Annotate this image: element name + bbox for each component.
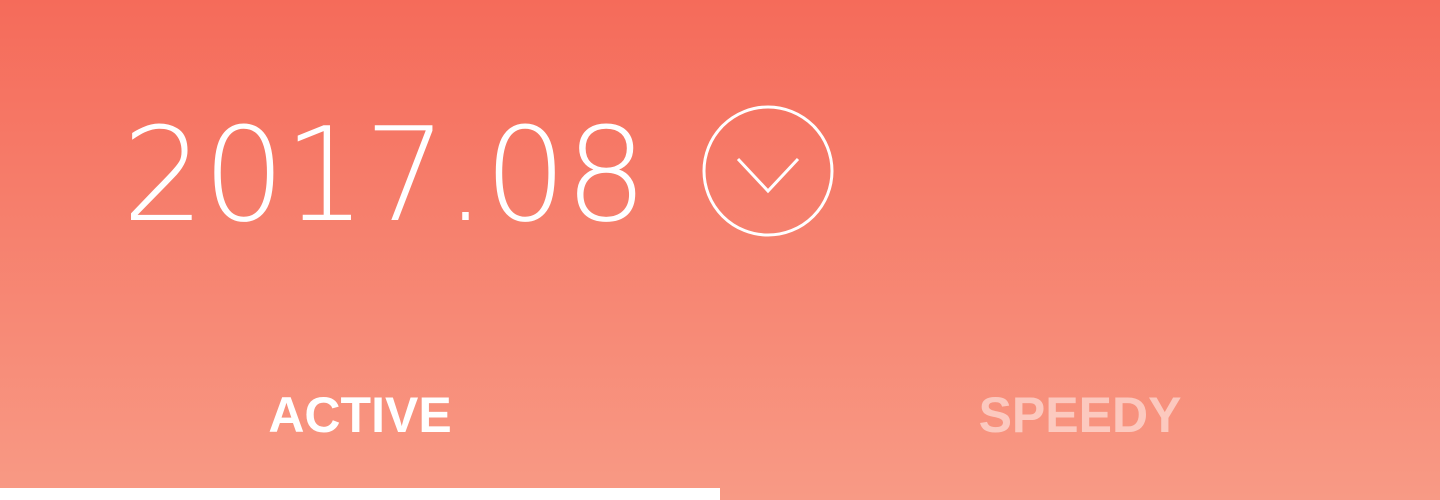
tab-bar: ACTIVE SPEEDY — [0, 360, 1440, 500]
tab-label-active: ACTIVE — [268, 387, 452, 443]
tab-speedy[interactable]: SPEEDY — [720, 360, 1440, 500]
selected-tab-indicator — [0, 488, 720, 500]
date-label: 2017.08 — [122, 99, 648, 251]
date-header: 2017.08 — [122, 99, 648, 251]
chevron-down-circle-icon — [702, 105, 834, 237]
tab-label-speedy: SPEEDY — [978, 387, 1182, 443]
tab-active[interactable]: ACTIVE — [0, 360, 720, 500]
date-picker-button[interactable] — [702, 105, 834, 237]
